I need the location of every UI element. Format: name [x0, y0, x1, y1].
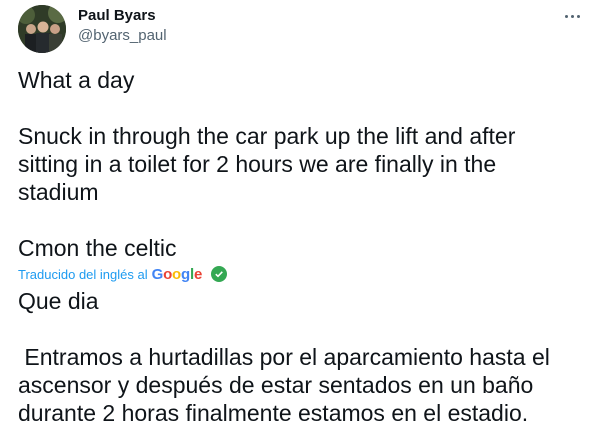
check-circle-icon [211, 266, 228, 282]
translated-text: Que dia Entramos a hurtadillas por el ap… [18, 288, 550, 426]
user-handle[interactable]: @byars_paul [78, 27, 167, 44]
google-logo: Google [151, 265, 203, 283]
dot [577, 15, 580, 18]
user-name[interactable]: Paul Byars [78, 7, 156, 24]
avatar-photo [18, 5, 66, 53]
dot [565, 15, 568, 18]
tweet-text: What a day Snuck in through the car park… [18, 67, 516, 261]
more-options-icon[interactable] [563, 8, 583, 24]
translation-attribution: Traducido del inglés al Google [18, 264, 228, 284]
avatar[interactable] [18, 5, 66, 53]
dot [571, 15, 574, 18]
translated-from-label[interactable]: Traducido del inglés al [18, 267, 148, 282]
